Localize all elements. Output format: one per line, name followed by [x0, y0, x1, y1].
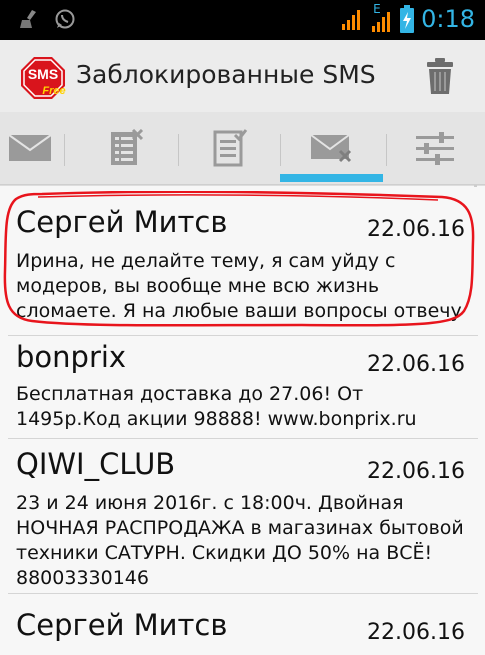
tab-inbox[interactable]: [0, 112, 60, 184]
signal-icon-2: [372, 12, 391, 32]
tab-settings[interactable]: [395, 112, 475, 184]
clock: 0:18: [421, 5, 475, 33]
app-logo: SMS Free: [20, 56, 66, 100]
envelope-blocked-icon: [310, 134, 352, 163]
tab-allowed-list[interactable]: [192, 112, 268, 184]
whatsapp-icon: [55, 9, 75, 29]
action-bar: SMS Free Заблокированные SMS: [0, 40, 485, 112]
logo-subtext: Free: [42, 85, 65, 97]
signal-icon: [342, 10, 361, 30]
broom-icon: [20, 10, 36, 28]
message-item[interactable]: Сергей Митсв 22.06.16: [0, 594, 485, 655]
message-text: Бесплатная доставка до 27.06! От 1495р.К…: [16, 383, 417, 430]
message-sender: Сергей Митсв: [16, 608, 228, 642]
message-item[interactable]: QIWI_CLUB 22.06.16 23 и 24 июня 2016г. с…: [0, 439, 485, 589]
logo-text: SMS: [28, 66, 58, 82]
battery-charging-icon: [400, 5, 415, 33]
message-item[interactable]: Сергей Митсв 22.06.16 Ирина, не делайте …: [0, 185, 485, 335]
selected-tab-indicator: [280, 174, 383, 182]
message-date: 22.06.16: [367, 352, 465, 377]
message-list[interactable]: Сергей Митсв 22.06.16 Ирина, не делайте …: [0, 185, 485, 655]
message-date: 22.06.16: [367, 459, 465, 484]
message-sender: bonprix: [16, 340, 127, 374]
app-title: Заблокированные SMS: [76, 60, 376, 89]
message-sender: QIWI_CLUB: [16, 447, 176, 481]
trash-icon[interactable]: [425, 56, 455, 96]
envelope-icon: [8, 134, 52, 161]
red-highlight-circle: [3, 191, 475, 327]
message-date: 22.06.16: [367, 620, 465, 645]
list-blocked-icon: [111, 129, 144, 165]
tab-blocked-list[interactable]: [90, 112, 162, 184]
list-checked-icon: [213, 129, 248, 167]
sliders-icon: [416, 132, 454, 165]
status-bar: E 0:18: [0, 0, 485, 40]
message-text: 23 и 24 июня 2016г. с 18:00ч. Двойная НО…: [16, 492, 464, 589]
message-item[interactable]: bonprix 22.06.16 Бесплатная доставка до …: [0, 336, 485, 436]
tab-bar: [0, 112, 485, 185]
